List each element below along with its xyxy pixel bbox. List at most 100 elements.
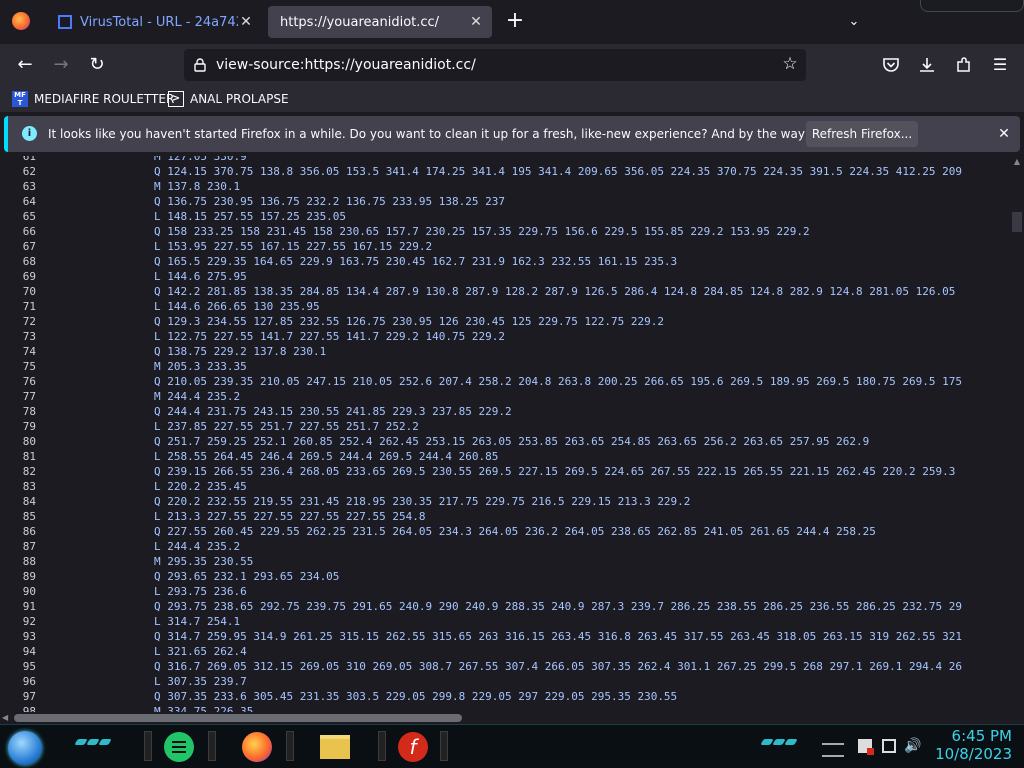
- flash-player-icon[interactable]: f: [398, 732, 428, 762]
- source-line: 97 Q 307.35 233.6 305.45 231.35 303.5 229…: [0, 689, 1010, 704]
- scroll-up-arrow-icon[interactable]: ▲: [1012, 158, 1022, 166]
- window-decoration: [920, 0, 1024, 12]
- tab-strip: VirusTotal - URL - 24a7427dd256 ✕ https:…: [0, 0, 1024, 44]
- line-number: 91: [22, 600, 36, 613]
- network-icon[interactable]: [882, 739, 896, 753]
- source-line: 61 M 127.05 330.9: [0, 156, 1010, 164]
- source-line: 75 M 205.3 233.35: [0, 359, 1010, 374]
- source-code: Q 142.2 281.85 138.35 284.85 134.4 287.9…: [154, 285, 956, 298]
- source-code: Q 220.2 232.55 219.55 231.45 218.95 230.…: [154, 495, 691, 508]
- source-line: 77 M 244.4 235.2: [0, 389, 1010, 404]
- source-code: Q 158 233.25 158 231.45 158 230.65 157.7…: [154, 225, 810, 238]
- line-number: 84: [22, 495, 36, 508]
- line-number: 75: [22, 360, 36, 373]
- source-code: L 314.7 254.1: [154, 615, 241, 628]
- line-number: 62: [22, 165, 36, 178]
- source-code: L 153.95 227.55 167.15 227.55 167.15 229…: [154, 240, 433, 253]
- start-orb-icon[interactable]: [8, 731, 42, 765]
- menu-hamburger-icon[interactable]: ☰: [987, 52, 1013, 78]
- url-text[interactable]: view-source:https://youareanidiot.cc/: [216, 49, 476, 81]
- source-code: Q 129.3 234.55 127.85 232.55 126.75 230.…: [154, 315, 664, 328]
- clock-time: 6:45 PM: [951, 727, 1012, 745]
- bookmark-star-icon[interactable]: ☆: [780, 54, 800, 74]
- line-number: 96: [22, 675, 36, 688]
- line-number: 98: [22, 705, 36, 712]
- source-line: 83 L 220.2 235.45: [0, 479, 1010, 494]
- source-code: Q 210.05 239.35 210.05 247.15 210.05 252…: [154, 375, 962, 388]
- line-number: 69: [22, 270, 36, 283]
- tab-active-source[interactable]: https://youareanidiot.cc/ ✕: [268, 6, 492, 38]
- source-line: 76 Q 210.05 239.35 210.05 247.15 210.05 2…: [0, 374, 1010, 389]
- reload-icon[interactable]: ↻: [84, 52, 110, 78]
- source-line: 93 Q 314.7 259.95 314.9 261.25 315.15 262…: [0, 629, 1010, 644]
- line-number: 93: [22, 630, 36, 643]
- source-code: Q 244.4 231.75 243.15 230.55 241.85 229.…: [154, 405, 512, 418]
- new-tab-button[interactable]: +: [504, 10, 526, 32]
- chevron-down-icon[interactable]: ⌄: [844, 12, 864, 32]
- source-line: 72 Q 129.3 234.55 127.85 232.55 126.75 23…: [0, 314, 1010, 329]
- close-tab-icon[interactable]: ✕: [238, 14, 254, 30]
- bookmark-label: MEDIAFIRE ROULETTER: [34, 92, 175, 106]
- line-number: 83: [22, 480, 36, 493]
- vertical-scroll-thumb[interactable]: [1012, 212, 1022, 232]
- line-number: 87: [22, 540, 36, 553]
- source-code: L 144.6 275.95: [154, 270, 247, 283]
- volume-icon[interactable]: 🔊: [904, 737, 921, 755]
- source-code: Q 138.75 229.2 137.8 230.1: [154, 345, 327, 358]
- source-line: 80 Q 251.7 259.25 252.1 260.85 252.4 262.…: [0, 434, 1010, 449]
- line-number: 61: [22, 156, 36, 163]
- source-line: 88 M 295.35 230.55: [0, 554, 1010, 569]
- firefox-view-icon[interactable]: [12, 12, 30, 30]
- decorative-dots: [760, 739, 798, 751]
- horizontal-scrollbar[interactable]: ◀: [0, 712, 1010, 724]
- horizontal-scroll-thumb[interactable]: [14, 714, 462, 722]
- refresh-firefox-button[interactable]: Refresh Firefox...: [806, 121, 918, 147]
- vertical-scrollbar[interactable]: ▲: [1010, 156, 1024, 712]
- tab-title: https://youareanidiot.cc/: [280, 14, 440, 30]
- scroll-left-arrow-icon[interactable]: ◀: [2, 714, 10, 722]
- line-number: 67: [22, 240, 36, 253]
- pocket-icon[interactable]: [882, 56, 900, 74]
- file-explorer-icon[interactable]: [320, 735, 350, 759]
- line-number: 77: [22, 390, 36, 403]
- close-icon[interactable]: ✕: [994, 124, 1014, 144]
- source-code: Q 251.7 259.25 252.1 260.85 252.4 262.45…: [154, 435, 870, 448]
- line-number: 63: [22, 180, 36, 193]
- source-code: Q 316.7 269.05 312.15 269.05 310 269.05 …: [154, 660, 962, 673]
- line-number: 92: [22, 615, 36, 628]
- back-arrow-icon[interactable]: ←: [12, 52, 38, 78]
- source-code: L 244.4 235.2: [154, 540, 241, 553]
- source-code: Q 307.35 233.6 305.45 231.35 303.5 229.0…: [154, 690, 678, 703]
- notes-app-icon[interactable]: [164, 732, 194, 762]
- source-line: 68 Q 165.5 229.35 164.65 229.9 163.75 230…: [0, 254, 1010, 269]
- taskbar-separator: [144, 731, 152, 761]
- bookmarks-toolbar: MF T MEDIAFIRE ROULETTER > ANAL PROLAPSE: [0, 86, 1024, 112]
- bookmark-anal-prolapse[interactable]: > ANAL PROLAPSE: [168, 90, 289, 108]
- bookmark-mediafire[interactable]: MF T MEDIAFIRE ROULETTER: [12, 90, 174, 108]
- source-code: Q 239.15 266.55 236.4 268.05 233.65 269.…: [154, 465, 956, 478]
- source-line: 74 Q 138.75 229.2 137.8 230.1: [0, 344, 1010, 359]
- clock-date: 10/8/2023: [935, 745, 1012, 763]
- source-code: L 122.75 227.55 141.7 227.55 141.7 229.2…: [154, 330, 505, 343]
- close-tab-icon[interactable]: ✕: [468, 14, 484, 30]
- show-hidden-icons-icon[interactable]: [822, 743, 844, 757]
- security-alert-icon[interactable]: [858, 739, 874, 755]
- source-code: L 307.35 239.7: [154, 675, 247, 688]
- bookmark-label: ANAL PROLAPSE: [190, 92, 289, 106]
- page-source-view[interactable]: 61 M 127.05 330.9 62 Q 124.15 370.75 138.8 …: [0, 156, 1024, 712]
- firefox-icon[interactable]: [242, 732, 272, 762]
- extensions-icon[interactable]: [955, 56, 973, 74]
- download-icon[interactable]: [918, 56, 936, 74]
- taskbar-separator: [286, 731, 294, 761]
- source-line: 69 L 144.6 275.95: [0, 269, 1010, 284]
- source-line: 87 L 244.4 235.2: [0, 539, 1010, 554]
- source-line: 66 Q 158 233.25 158 231.45 158 230.65 157…: [0, 224, 1010, 239]
- tab-virustotal[interactable]: VirusTotal - URL - 24a7427dd256 ✕: [46, 6, 262, 38]
- url-bar[interactable]: view-source:https://youareanidiot.cc/ ☆: [184, 49, 806, 81]
- source-code: L 293.75 236.6: [154, 585, 247, 598]
- source-code: L 220.2 235.45: [154, 480, 247, 493]
- terminal-icon: >: [168, 91, 184, 107]
- forward-arrow-icon[interactable]: →: [48, 52, 74, 78]
- info-icon: i: [22, 126, 37, 141]
- taskbar-clock[interactable]: 6:45 PM 10/8/2023: [932, 727, 1012, 763]
